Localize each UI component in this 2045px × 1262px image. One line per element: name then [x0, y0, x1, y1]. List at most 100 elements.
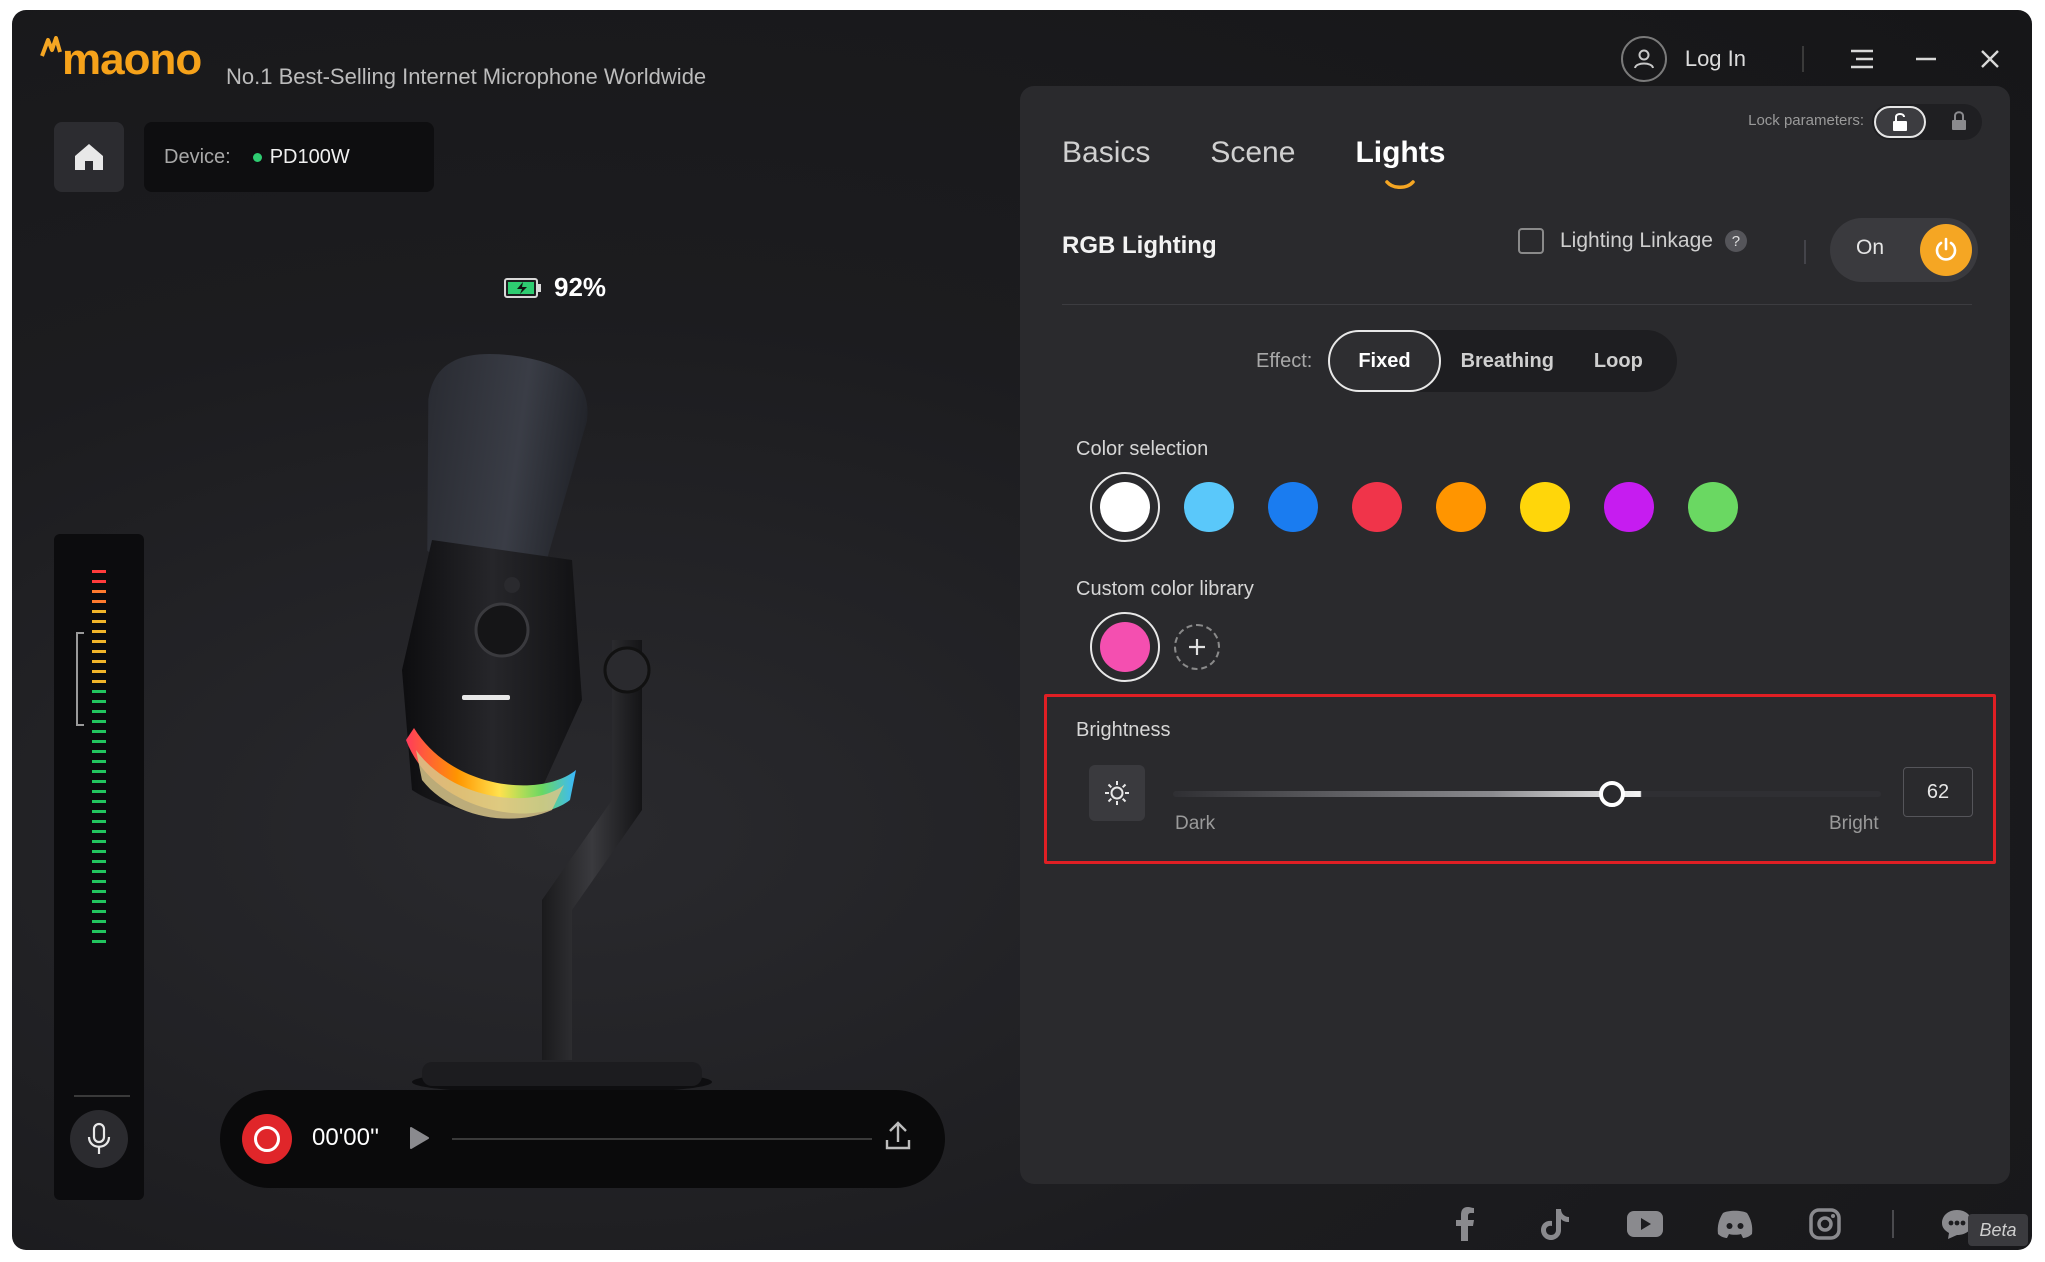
discord-icon[interactable]	[1712, 1201, 1758, 1247]
battery-indicator: 92%	[504, 272, 606, 303]
recorder-bar: 00'00''	[220, 1090, 945, 1188]
meter-bar	[92, 760, 106, 763]
meter-bar	[92, 690, 106, 693]
title-bar-controls: Log In	[1620, 32, 2032, 86]
tab-scene[interactable]: Scene	[1210, 136, 1295, 170]
social-links	[1442, 1194, 1980, 1250]
color-swatch-dot	[1688, 482, 1738, 532]
color-selection-label: Color selection	[1076, 438, 1209, 460]
meter-level-bracket[interactable]	[76, 632, 84, 726]
color-swatch-dot	[1352, 482, 1402, 532]
menu-icon[interactable]	[1840, 37, 1884, 81]
effect-option-fixed[interactable]: Fixed	[1328, 330, 1441, 392]
play-icon[interactable]	[408, 1126, 430, 1150]
close-icon[interactable]	[1968, 37, 2012, 81]
meter-bar	[92, 780, 106, 783]
meter-bar	[92, 820, 106, 823]
meter-bar	[92, 730, 106, 733]
color-swatch[interactable]	[1594, 472, 1664, 542]
rgb-divider	[1804, 240, 1806, 264]
instagram-icon[interactable]	[1802, 1201, 1848, 1247]
color-swatch[interactable]	[1342, 472, 1412, 542]
device-label: Device:	[164, 145, 231, 168]
color-swatch[interactable]	[1678, 472, 1748, 542]
active-tab-indicator	[1385, 180, 1416, 189]
effect-option-loop[interactable]: Loop	[1574, 330, 1663, 392]
battery-percent: 92%	[554, 272, 607, 302]
meter-bar	[92, 790, 106, 793]
custom-color-swatch[interactable]	[1090, 612, 1160, 682]
record-button[interactable]	[242, 1114, 292, 1164]
meter-bar	[92, 840, 106, 843]
help-icon[interactable]: ?	[1724, 230, 1747, 252]
tab-lights-label: Lights	[1355, 136, 1446, 169]
color-swatch[interactable]	[1090, 472, 1160, 542]
home-icon	[75, 144, 103, 170]
maono-logo-mark-icon	[40, 36, 62, 57]
device-selector[interactable]: Device: PD100W	[144, 122, 434, 192]
playback-progress[interactable]	[452, 1138, 872, 1140]
tab-lights[interactable]: Lights	[1355, 136, 1446, 189]
title-bar-divider	[1802, 46, 1804, 72]
color-swatches	[1090, 472, 1762, 542]
brightness-value-input[interactable]: 62	[1903, 767, 1973, 817]
lighting-linkage-label: Lighting Linkage	[1560, 229, 1713, 252]
meter-bar	[92, 770, 106, 773]
meter-bar	[92, 900, 106, 903]
brightness-slider-thumb[interactable]	[1598, 781, 1625, 807]
brightness-max-label: Bright	[1829, 813, 1879, 834]
color-swatch-dot	[1268, 482, 1318, 532]
brightness-min-label: Dark	[1175, 813, 1216, 834]
title-bar: maono No.1 Best-Selling Internet Microph…	[12, 10, 2032, 94]
effect-option-breathing[interactable]: Breathing	[1441, 330, 1574, 392]
rgb-power-toggle[interactable]: On	[1830, 218, 1978, 282]
effect-segmented-control: Fixed Breathing Loop	[1328, 330, 1677, 392]
meter-bar	[92, 800, 106, 803]
meter-bar	[92, 880, 106, 883]
minimize-icon[interactable]	[1904, 37, 1948, 81]
user-avatar-icon[interactable]	[1620, 36, 1667, 82]
add-custom-color-button[interactable]	[1174, 624, 1220, 670]
microphone-product-image	[402, 353, 712, 1094]
meter-bar	[92, 700, 106, 703]
color-swatch[interactable]	[1426, 472, 1496, 542]
home-button[interactable]	[54, 122, 124, 192]
meter-bar	[92, 600, 106, 603]
meter-bar	[92, 610, 106, 613]
power-state-label: On	[1856, 236, 1885, 259]
social-divider	[1892, 1210, 1894, 1238]
tiktok-icon[interactable]	[1532, 1201, 1578, 1247]
rgb-lighting-title: RGB Lighting	[1062, 232, 1217, 259]
lock-parameters-toggle[interactable]	[1872, 104, 1982, 140]
color-swatch[interactable]	[1510, 472, 1580, 542]
meter-bar	[92, 640, 106, 643]
lighting-linkage-checkbox[interactable]	[1518, 228, 1544, 254]
meter-bar	[92, 710, 106, 713]
export-icon[interactable]	[884, 1120, 912, 1152]
tab-basics[interactable]: Basics	[1062, 136, 1150, 170]
mic-monitor-button[interactable]	[70, 1110, 128, 1168]
meter-bars	[92, 570, 106, 950]
youtube-icon[interactable]	[1622, 1201, 1668, 1247]
meter-bar	[92, 680, 106, 683]
color-swatch[interactable]	[1258, 472, 1328, 542]
meter-bar	[92, 750, 106, 753]
meter-bar	[92, 860, 106, 863]
lighting-linkage: Lighting Linkage ?	[1518, 228, 1747, 254]
color-swatch[interactable]	[1174, 472, 1244, 542]
meter-bar	[92, 740, 106, 743]
meter-bar	[92, 590, 106, 593]
unlock-icon	[1874, 106, 1926, 138]
meter-bar	[92, 660, 106, 663]
login-link[interactable]: Log In	[1685, 46, 1746, 72]
brightness-slider-track[interactable]	[1173, 791, 1881, 797]
color-swatch-dot	[1520, 482, 1570, 532]
facebook-icon[interactable]	[1442, 1201, 1488, 1247]
brightness-section: Brightness Dark Bright 62	[1044, 694, 1996, 864]
meter-bar	[92, 630, 106, 633]
meter-bar	[92, 580, 106, 583]
tagline: No.1 Best-Selling Internet Microphone Wo…	[226, 64, 707, 89]
settings-panel: Lock parameters: Basics Scene Lights RGB…	[1020, 86, 2010, 1184]
brightness-sun-icon	[1089, 765, 1145, 821]
meter-bar	[92, 920, 106, 923]
